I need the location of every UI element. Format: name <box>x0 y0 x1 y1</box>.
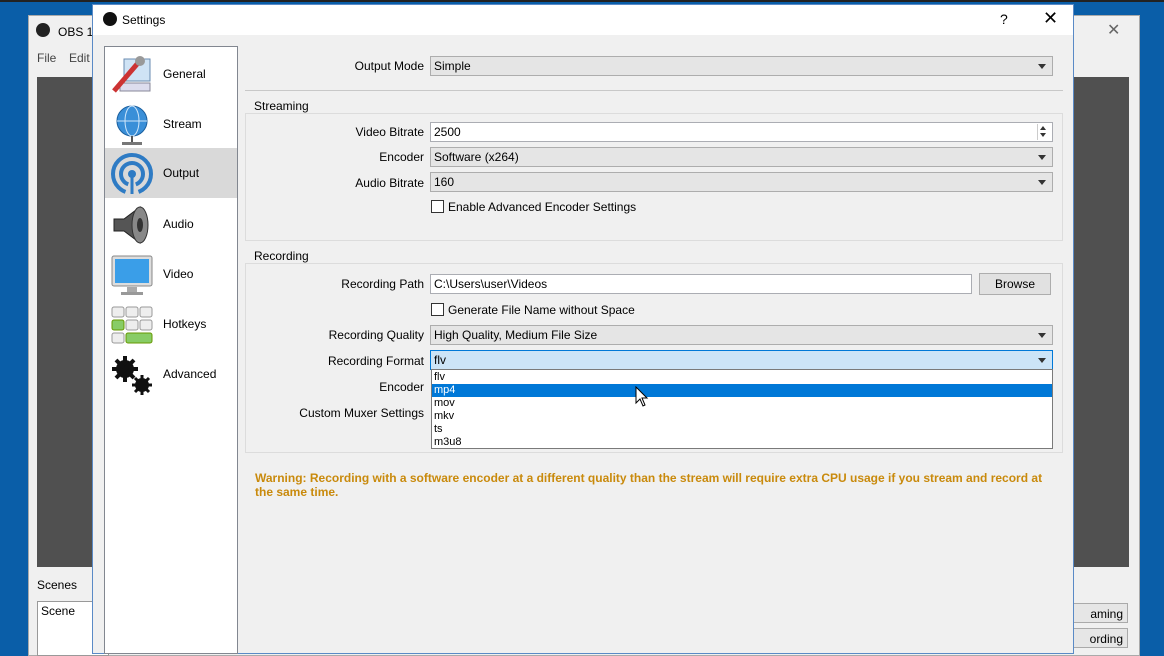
menu-edit[interactable]: Edit <box>69 51 90 65</box>
streaming-encoder-value: Software (x264) <box>434 150 519 164</box>
output-mode-select[interactable]: Simple <box>430 56 1053 76</box>
output-mode-value: Simple <box>434 59 471 73</box>
desktop-strip <box>0 0 1164 2</box>
sidebar-item-label: General <box>163 67 206 81</box>
streaming-encoder-select[interactable]: Software (x264) <box>430 147 1053 167</box>
recording-encoder-label: Encoder <box>379 380 424 394</box>
recording-group-title: Recording <box>254 249 309 263</box>
recording-format-select[interactable]: flv <box>430 350 1053 370</box>
spin-arrows-icon[interactable] <box>1037 124 1050 140</box>
menu-file[interactable]: File <box>37 51 56 65</box>
sidebar-item-hotkeys[interactable]: Hotkeys <box>105 299 237 349</box>
audio-icon <box>113 206 149 244</box>
audio-bitrate-select[interactable]: 160 <box>430 172 1053 192</box>
format-option-m3u8[interactable]: m3u8 <box>432 436 1052 449</box>
warning-text: Warning: Recording with a software encod… <box>255 471 1043 499</box>
video-bitrate-value: 2500 <box>434 125 461 139</box>
recording-quality-value: High Quality, Medium File Size <box>434 328 598 342</box>
video-bitrate-label: Video Bitrate <box>355 125 425 139</box>
chevron-down-icon <box>1038 64 1046 69</box>
divider <box>245 90 1063 91</box>
video-icon <box>111 255 153 295</box>
recording-quality-select[interactable]: High Quality, Medium File Size <box>430 325 1053 345</box>
recording-format-label: Recording Format <box>327 354 424 368</box>
chevron-down-icon <box>1038 180 1046 185</box>
recording-format-value: flv <box>434 353 446 367</box>
browse-button[interactable]: Browse <box>979 273 1051 295</box>
scene-column-header: Scene <box>41 604 76 618</box>
mouse-cursor-icon <box>635 386 649 407</box>
obs-close-icon[interactable]: ✕ <box>1107 20 1120 40</box>
no-space-checkbox[interactable] <box>431 303 444 316</box>
sidebar-item-video[interactable]: Video <box>105 249 237 299</box>
no-space-label: Generate File Name without Space <box>448 303 635 317</box>
recording-path-input[interactable]: C:\Users\user\Videos <box>430 274 972 294</box>
hotkeys-icon <box>111 306 153 344</box>
dialog-titlebar <box>93 5 1073 35</box>
advanced-icon <box>112 356 152 395</box>
help-button[interactable]: ? <box>1000 11 1008 27</box>
output-mode-label: Output Mode <box>354 59 424 73</box>
streaming-group-title: Streaming <box>254 99 309 113</box>
sidebar-item-label: Advanced <box>163 367 217 381</box>
stream-icon <box>116 105 148 145</box>
sidebar-item-label: Hotkeys <box>163 317 207 331</box>
audio-bitrate-label: Audio Bitrate <box>355 176 424 190</box>
sidebar-item-stream[interactable]: Stream <box>105 99 237 149</box>
streaming-encoder-label: Encoder <box>379 150 424 164</box>
obs-logo-icon <box>36 23 50 37</box>
audio-bitrate-value: 160 <box>434 175 455 189</box>
output-icon <box>111 153 153 196</box>
format-option-mp4[interactable]: mp4 <box>432 384 1052 397</box>
general-icon <box>112 56 151 93</box>
obs-logo-icon <box>103 12 117 26</box>
advanced-encoder-label: Enable Advanced Encoder Settings <box>448 200 637 214</box>
sidebar-item-label: Stream <box>163 117 202 131</box>
chevron-down-icon <box>1038 333 1046 338</box>
recording-path-label: Recording Path <box>341 277 424 291</box>
format-option-flv[interactable]: flv <box>432 371 1052 384</box>
format-option-mov[interactable]: mov <box>432 397 1052 410</box>
sidebar-item-general[interactable]: General <box>105 49 237 99</box>
sidebar-item-advanced[interactable]: Advanced <box>105 349 237 399</box>
recording-format-dropdown: flv mp4 mov mkv ts m3u8 <box>431 369 1053 449</box>
sidebar-item-label: Audio <box>163 217 194 231</box>
video-bitrate-spinbox[interactable]: 2500 <box>430 122 1053 142</box>
scenes-label: Scenes <box>37 578 78 592</box>
dialog-title: Settings <box>122 13 166 27</box>
custom-muxer-label: Custom Muxer Settings <box>299 406 424 420</box>
chevron-down-icon <box>1038 155 1046 160</box>
sidebar-item-label: Video <box>163 267 194 281</box>
sidebar-item-label: Output <box>163 166 200 180</box>
sidebar-item-output[interactable]: Output <box>105 148 237 198</box>
chevron-down-icon <box>1038 358 1046 363</box>
recording-quality-label: Recording Quality <box>328 328 424 342</box>
sidebar-item-audio[interactable]: Audio <box>105 199 237 249</box>
advanced-encoder-checkbox[interactable] <box>431 200 444 213</box>
format-option-ts[interactable]: ts <box>432 423 1052 436</box>
format-option-mkv[interactable]: mkv <box>432 410 1052 423</box>
close-button[interactable]: ✕ <box>1043 8 1058 29</box>
